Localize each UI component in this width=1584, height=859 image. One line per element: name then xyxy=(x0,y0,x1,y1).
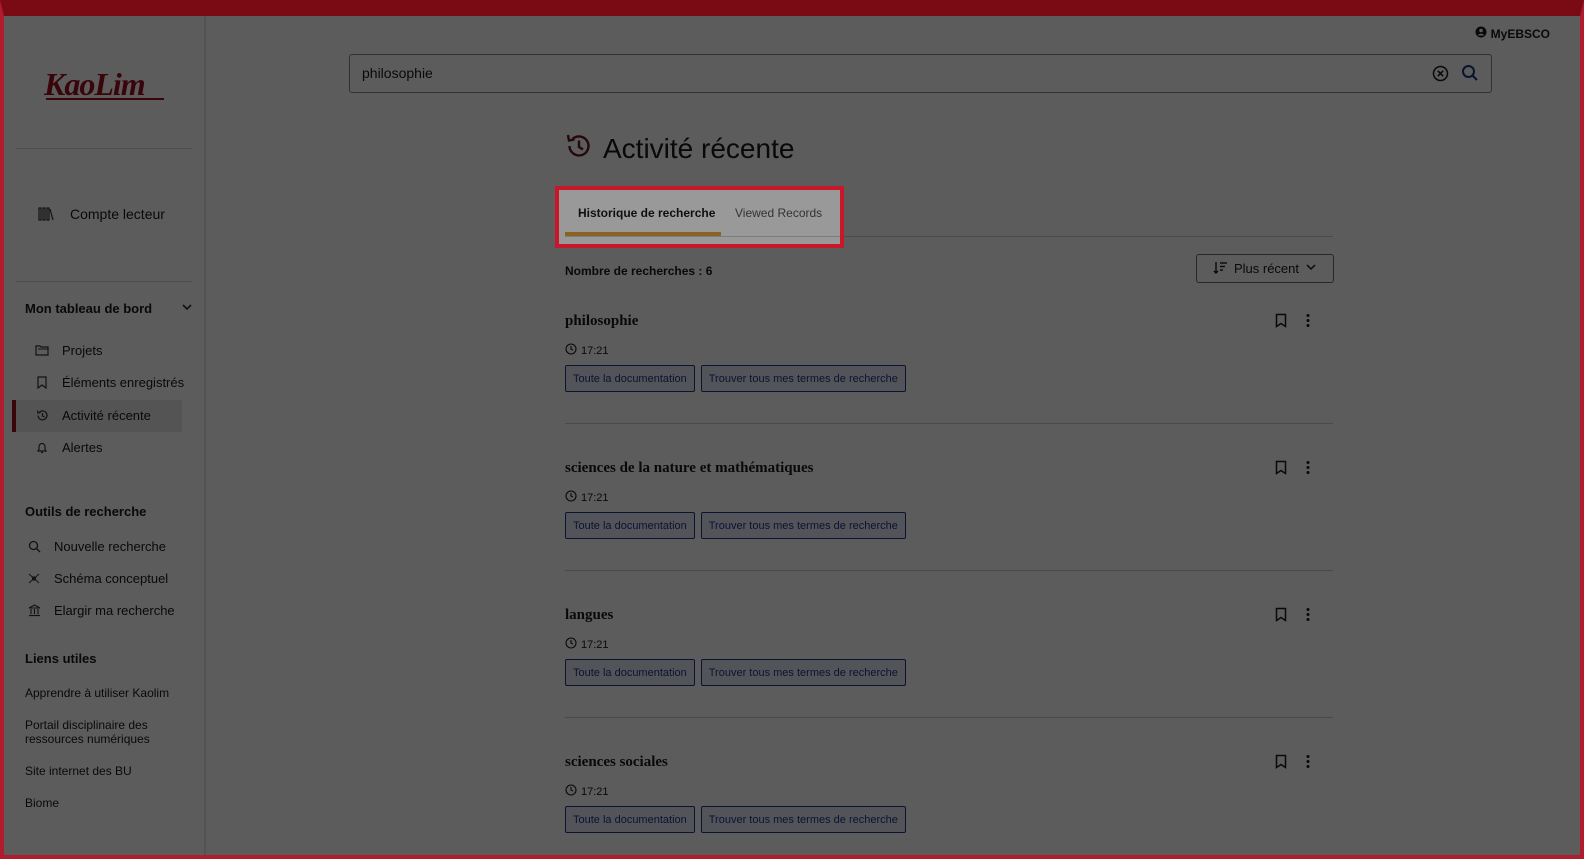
window-frame xyxy=(0,0,1584,859)
